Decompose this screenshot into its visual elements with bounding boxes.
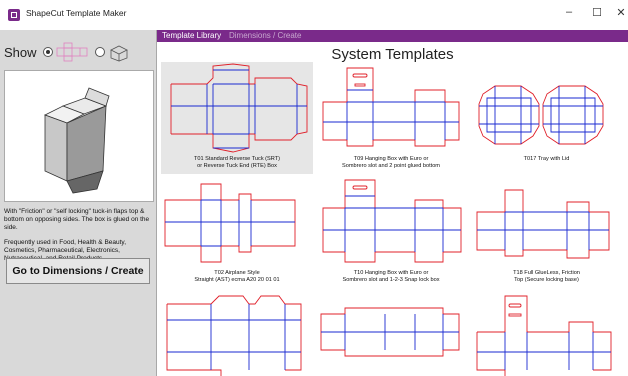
template-tile-t017[interactable]: T017 Tray with Lid [469,62,624,174]
template-label: T10 Hanging Box with Euro or Sombrero sl… [315,270,467,284]
tab-template-library[interactable]: Template Library [157,30,227,42]
template-tile-t10[interactable]: T10 Hanging Box with Euro or Sombrero sl… [315,178,467,284]
template-tile-row3-2[interactable] [315,290,467,376]
template-library-panel: System Templates T01 Standard Reverse Tu… [157,42,628,376]
template-tile-t01[interactable]: T01 Standard Reverse Tuck (SRT) or Rever… [161,62,313,174]
3d-view-radio[interactable] [94,47,105,57]
template-label-line: T10 Hanging Box with Euro or [353,270,429,276]
flat-view-radio[interactable] [42,47,53,57]
box-preview [4,70,154,202]
template-label-line: or Reverse Tuck End (RTE) Box [197,163,277,169]
title-bar: ShapeCut Template Maker – ☐ ✕ [0,0,628,31]
template-t09-diagram [322,67,460,147]
tab-dimensions-create[interactable]: Dimensions / Create [224,30,306,42]
template-label: T09 Hanging Box with Euro or Sombrero sl… [315,156,467,170]
template-row3-3-diagram [476,295,612,376]
tab-bar: Template Library Dimensions / Create [157,30,628,42]
template-label: T017 Tray with Lid [469,156,624,163]
description-paragraph-1: With "Friction" or "self locking" tuck-i… [4,208,150,232]
template-tile-t18[interactable]: T18 Full GlueLess, Friction Top (Secure … [469,178,624,284]
left-panel: Show With "Friction" or "self locking" t… [0,30,157,376]
page-title: System Templates [331,46,454,63]
template-label-line: Top (Secure locking base) [514,277,579,283]
template-tile-row3-1[interactable] [161,290,313,376]
template-label: T18 Full GlueLess, Friction Top (Secure … [469,270,624,284]
template-t01-diagram [170,63,308,153]
template-tile-t02[interactable]: T02 Airplane Style Straight (AST) ecma A… [161,178,313,284]
close-button[interactable]: ✕ [612,6,628,19]
template-label-line: T017 Tray with Lid [523,156,570,162]
template-tile-row3-3[interactable] [469,290,624,376]
3d-box-icon [109,45,128,62]
template-label: T01 Standard Reverse Tuck (SRT) or Rever… [161,156,313,170]
template-row3-2-diagram [320,307,460,357]
template-label-line: T02 Airplane Style [214,270,260,276]
template-t18-diagram [476,189,610,259]
template-label-line: Sombrero slot and 2 point glued bottom [342,163,440,169]
go-to-dimensions-button[interactable]: Go to Dimensions / Create [6,258,150,284]
template-label-line: Sombrero slot and 1-2-3 Snap lock box [342,277,440,283]
maximize-button[interactable]: ☐ [588,6,606,19]
template-label-line: T09 Hanging Box with Euro or [353,156,429,162]
template-label-line: T18 Full GlueLess, Friction [513,270,580,276]
app-logo-icon [8,9,20,21]
template-row3-1-diagram [166,295,302,376]
template-t02-diagram [164,183,296,263]
template-label-line: Straight (AST) ecma A20 20 01 01 [194,277,280,283]
box-3d-preview-image [43,87,110,194]
minimize-button[interactable]: – [560,6,578,18]
template-tile-t09[interactable]: T09 Hanging Box with Euro or Sombrero sl… [315,62,467,174]
show-label: Show [4,44,37,60]
show-row: Show [4,42,131,62]
template-label-line: T01 Standard Reverse Tuck (SRT) [193,156,280,162]
template-t10-diagram [322,179,462,263]
window-title: ShapeCut Template Maker [26,8,127,18]
template-label: T02 Airplane Style Straight (AST) ecma A… [161,270,313,284]
template-t017-diagram [478,85,604,145]
flat-template-icon [56,42,87,62]
